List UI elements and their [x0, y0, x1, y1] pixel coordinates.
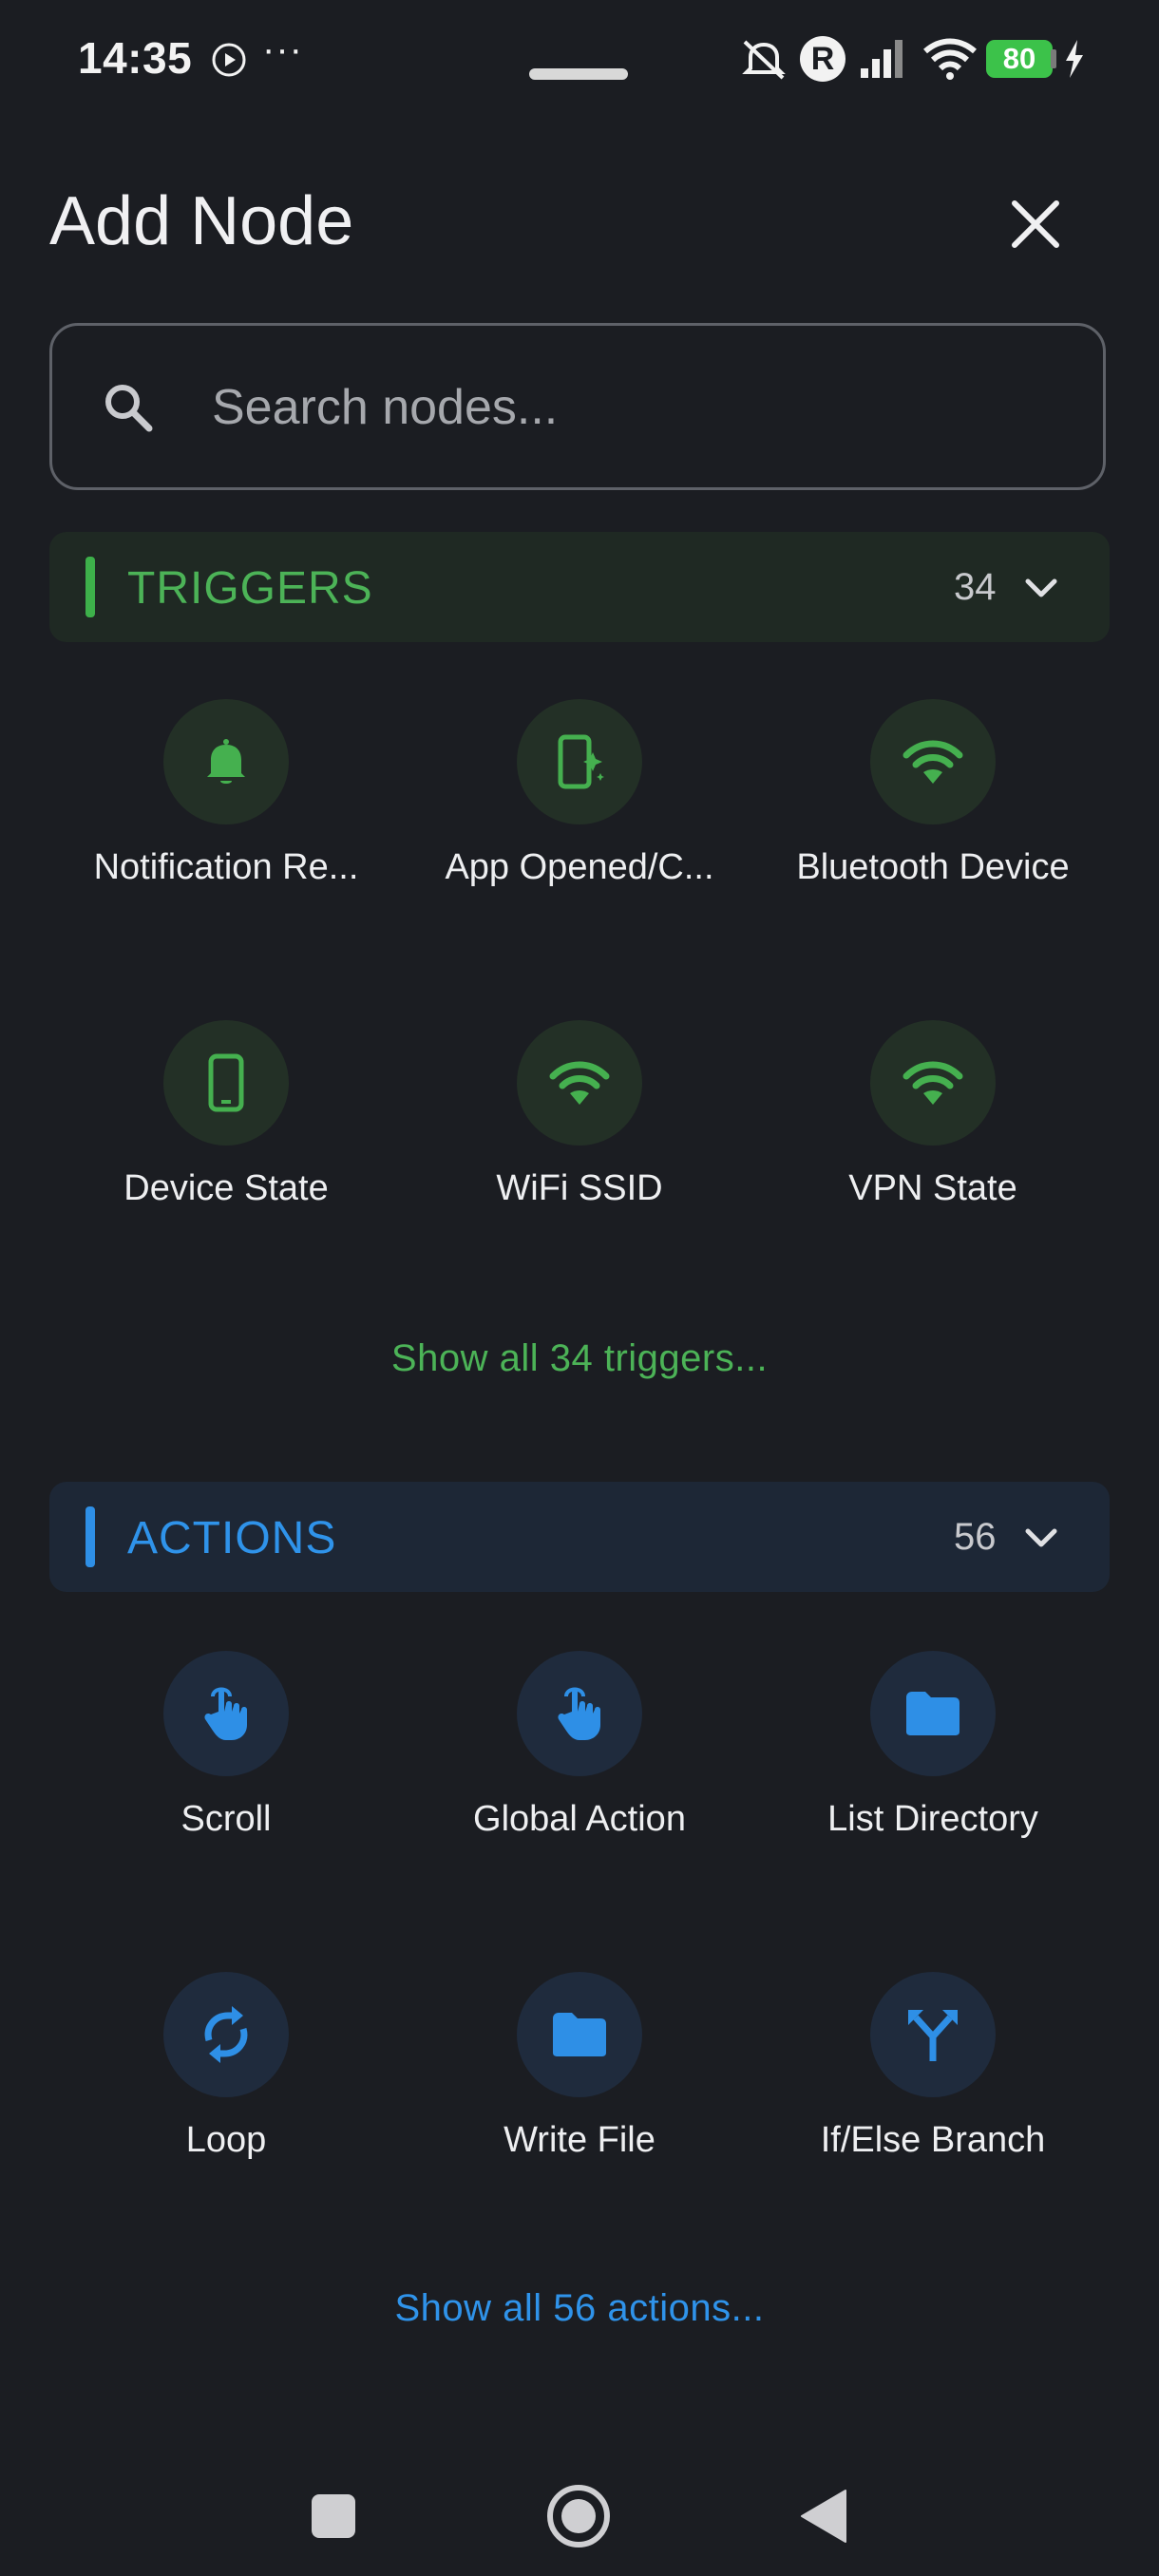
node-icon-circle — [870, 1972, 996, 2097]
node-label: Global Action — [473, 1799, 686, 1839]
triggers-section-header[interactable]: TRIGGERS 34 — [49, 532, 1110, 642]
home-circle-icon — [547, 2485, 610, 2548]
node-icon-circle — [163, 1020, 289, 1146]
section-accent-bar — [86, 557, 95, 617]
node-icon-circle — [163, 1651, 289, 1776]
show-all-actions-link[interactable]: Show all 56 actions... — [0, 2287, 1159, 2330]
loop-icon — [204, 2006, 248, 2063]
branch-icon — [908, 2010, 958, 2061]
wifi-icon — [549, 1061, 610, 1105]
search-icon — [105, 385, 153, 432]
node-wifi-ssid[interactable]: WiFi SSID — [403, 1020, 756, 1267]
folder-icon — [906, 1692, 960, 1735]
node-loop[interactable]: Loop — [49, 1972, 403, 2219]
node-write-file[interactable]: Write File — [403, 1972, 756, 2219]
bell-icon — [207, 739, 245, 784]
actions-count: 56 — [954, 1516, 997, 1558]
wifi-status-icon — [923, 38, 977, 80]
node-label: Bluetooth Device — [796, 847, 1070, 887]
node-if-else-branch[interactable]: If/Else Branch — [756, 1972, 1110, 2219]
back-button[interactable] — [781, 2473, 866, 2559]
show-all-triggers-link[interactable]: Show all 34 triggers... — [0, 1337, 1159, 1380]
node-list-directory[interactable]: List Directory — [756, 1651, 1110, 1898]
node-app-opened[interactable]: App Opened/C... — [403, 699, 756, 946]
system-nav-bar — [0, 2451, 1159, 2576]
drag-handle[interactable] — [529, 68, 628, 80]
node-icon-circle — [517, 1020, 642, 1146]
triggers-count: 34 — [954, 566, 997, 608]
node-global-action[interactable]: Global Action — [403, 1651, 756, 1898]
node-scroll[interactable]: Scroll — [49, 1651, 403, 1898]
page-title: Add Node — [49, 183, 354, 259]
touch-icon — [558, 1687, 600, 1740]
phone-icon — [208, 1053, 244, 1112]
chevron-down-icon — [1025, 578, 1057, 597]
close-icon — [1012, 200, 1059, 248]
status-bar: 14:35 ··· R 80 — [0, 0, 1159, 114]
node-bluetooth-device[interactable]: Bluetooth Device — [756, 699, 1110, 946]
mute-icon — [742, 40, 786, 80]
node-label: Write File — [504, 2120, 656, 2160]
node-icon-circle — [163, 699, 289, 824]
node-label: Loop — [185, 2120, 267, 2160]
node-notification-received[interactable]: Notification Re... — [49, 699, 403, 946]
node-device-state[interactable]: Device State — [49, 1020, 403, 1267]
actions-label: ACTIONS — [127, 1513, 337, 1563]
node-icon-circle — [870, 699, 996, 824]
folder-icon — [553, 2013, 606, 2056]
node-label: Scroll — [180, 1799, 272, 1839]
node-icon-circle — [517, 1651, 642, 1776]
node-icon-circle — [517, 699, 642, 824]
roaming-icon: R — [800, 36, 846, 82]
node-label: If/Else Branch — [820, 2120, 1046, 2160]
actions-section-header[interactable]: ACTIONS 56 — [49, 1482, 1110, 1592]
node-icon-circle — [870, 1020, 996, 1146]
battery-cap — [1051, 49, 1056, 68]
triggers-label: TRIGGERS — [127, 563, 373, 614]
recents-button[interactable] — [291, 2473, 376, 2559]
node-vpn-state[interactable]: VPN State — [756, 1020, 1110, 1267]
node-label: Notification Re... — [93, 847, 359, 887]
section-accent-bar — [86, 1506, 95, 1567]
node-label: List Directory — [827, 1799, 1038, 1839]
home-button[interactable] — [536, 2473, 621, 2559]
node-icon-circle — [517, 1972, 642, 2097]
back-triangle-icon — [801, 2490, 846, 2543]
node-label: App Opened/C... — [445, 847, 714, 887]
signal-icon — [861, 40, 902, 78]
node-icon-circle — [870, 1651, 996, 1776]
node-label: Device State — [124, 1168, 329, 1208]
touch-icon — [204, 1687, 247, 1740]
node-icon-circle — [163, 1972, 289, 2097]
app-sparkle-icon — [558, 734, 604, 789]
battery-indicator: 80 — [986, 40, 1053, 78]
status-overflow-dots: ··· — [262, 28, 303, 70]
close-button[interactable] — [1001, 190, 1070, 258]
status-time: 14:35 — [78, 33, 193, 83]
search-box[interactable] — [49, 323, 1106, 490]
charging-icon — [1066, 40, 1083, 78]
square-icon — [312, 2494, 355, 2538]
media-play-icon — [212, 43, 246, 77]
node-label: WiFi SSID — [496, 1168, 663, 1208]
search-input[interactable] — [210, 364, 1050, 451]
wifi-icon — [902, 1061, 963, 1105]
node-label: VPN State — [848, 1168, 1017, 1208]
chevron-down-icon — [1025, 1528, 1057, 1547]
wifi-icon — [902, 740, 963, 784]
